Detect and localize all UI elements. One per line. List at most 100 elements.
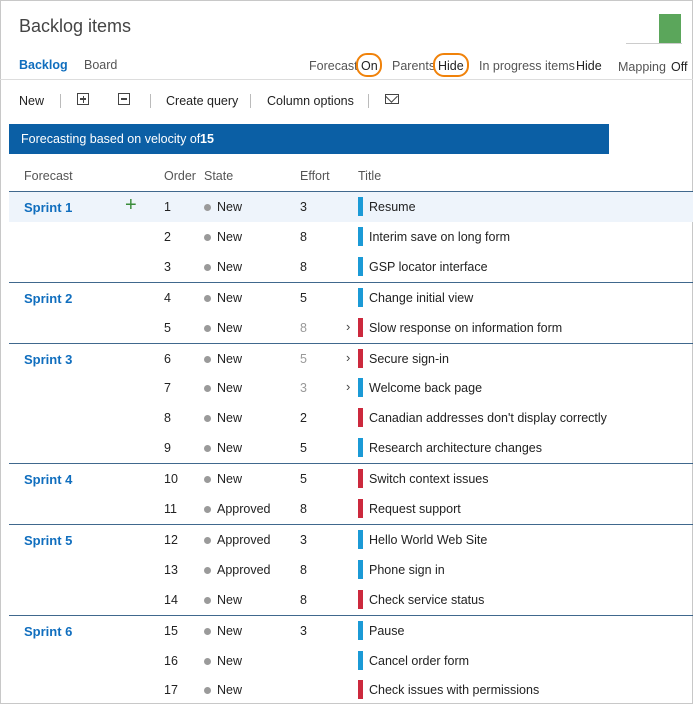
state-cell: New	[217, 290, 243, 305]
state-dot-icon	[204, 536, 211, 544]
state-cell: Approved	[217, 502, 271, 516]
sprint-link[interactable]: Sprint 3	[24, 352, 72, 367]
backlog-row[interactable]: 14 New 8 Check service status	[9, 585, 693, 615]
backlog-row[interactable]: 13 Approved 8 Phone sign in	[9, 555, 693, 585]
backlog-row[interactable]: 8 New 2 Canadian addresses don't display co…	[9, 403, 693, 433]
effort-cell: 5	[300, 290, 307, 305]
backlog-row[interactable]: 7 New 3 › Welcome back page	[9, 373, 693, 403]
forecast-toggle[interactable]: On	[361, 59, 378, 73]
bug-type-marker	[358, 348, 363, 368]
state-dot-icon	[204, 294, 211, 302]
order-cell: 10	[164, 472, 178, 487]
backlog-row[interactable]: 9 New 5 Research architecture changes	[9, 433, 693, 463]
backlog-row[interactable]: Sprint 6 15 New 3 Pause	[9, 616, 693, 646]
effort-cell: 8	[300, 259, 307, 274]
bug-type-marker	[358, 680, 363, 700]
order-cell: 9	[164, 441, 171, 456]
banner-text: Forecasting based on velocity of	[21, 132, 201, 146]
title-link[interactable]: GSP locator interface	[369, 260, 488, 274]
chip-divider	[626, 43, 682, 44]
order-cell: 5	[164, 320, 171, 335]
story-type-marker	[358, 197, 363, 216]
title-link[interactable]: Check service status	[369, 593, 484, 607]
title-link[interactable]: Check issues with permissions	[369, 683, 539, 697]
story-type-marker	[358, 256, 363, 276]
in-progress-label: In progress items	[479, 59, 575, 73]
title-link[interactable]: Slow response on information form	[369, 321, 562, 335]
backlog-row[interactable]: 3 New 8 GSP locator interface	[9, 252, 693, 282]
backlog-row[interactable]: 2 New 8 Interim save on long form	[9, 222, 693, 252]
title-link[interactable]: Secure sign-in	[369, 352, 449, 366]
backlog-row[interactable]: Sprint 1 +1 New 3 Resume	[9, 192, 693, 222]
title-link[interactable]: Change initial view	[369, 291, 473, 305]
email-icon[interactable]	[385, 94, 399, 104]
column-header-forecast[interactable]: Forecast	[24, 169, 73, 183]
backlog-row[interactable]: 16 New Cancel order form	[9, 646, 693, 676]
in-progress-toggle[interactable]: Hide	[576, 59, 602, 73]
backlog-row[interactable]: Sprint 2 4 New 5 Change initial view	[9, 283, 693, 313]
state-cell: New	[217, 259, 243, 274]
chevron-right-icon[interactable]: ›	[346, 379, 350, 394]
state-cell: New	[217, 411, 243, 426]
order-cell: 15	[164, 623, 178, 638]
new-button[interactable]: New	[19, 94, 44, 108]
sprint-link[interactable]: Sprint 1	[24, 200, 72, 215]
tab-backlog[interactable]: Backlog	[19, 58, 68, 72]
effort-cell: 3	[300, 532, 307, 547]
column-header-order[interactable]: Order	[164, 169, 196, 183]
backlog-row[interactable]: 11 Approved 8 Request support	[9, 494, 693, 524]
sprint-link[interactable]: Sprint 6	[24, 624, 72, 639]
title-link[interactable]: Cancel order form	[369, 654, 469, 668]
column-header-title[interactable]: Title	[358, 169, 381, 183]
effort-cell: 8	[300, 320, 307, 335]
title-link[interactable]: Research architecture changes	[369, 441, 542, 455]
chevron-right-icon[interactable]: ›	[346, 350, 350, 365]
bug-type-marker	[358, 469, 363, 489]
backlog-row[interactable]: Sprint 5 12 Approved 3 Hello World Web Site	[9, 525, 693, 555]
state-dot-icon	[204, 596, 211, 604]
order-cell: 14	[164, 592, 178, 607]
effort-cell: 8	[300, 229, 307, 244]
column-header-effort[interactable]: Effort	[300, 169, 330, 183]
mapping-label: Mapping	[618, 60, 666, 74]
title-link[interactable]: Pause	[369, 624, 404, 638]
backlog-row[interactable]: Sprint 4 10 New 5 Switch context issues	[9, 464, 693, 494]
collapse-all-icon[interactable]	[118, 93, 130, 105]
state-dot-icon	[204, 506, 211, 513]
title-link[interactable]: Welcome back page	[369, 381, 482, 395]
mapping-toggle[interactable]: Off	[671, 60, 687, 74]
backlog-row[interactable]: 5 New 8 › Slow response on information form	[9, 313, 693, 343]
sprint-link[interactable]: Sprint 4	[24, 472, 72, 487]
title-link[interactable]: Hello World Web Site	[369, 533, 487, 547]
column-header-state[interactable]: State	[204, 169, 233, 183]
story-type-marker	[358, 378, 363, 398]
sprint-link[interactable]: Sprint 5	[24, 533, 72, 548]
title-link[interactable]: Canadian addresses don't display correct…	[369, 411, 607, 425]
state-dot-icon	[204, 627, 211, 635]
create-query-button[interactable]: Create query	[166, 94, 238, 108]
sprint-link[interactable]: Sprint 2	[24, 291, 72, 306]
title-link[interactable]: Resume	[369, 200, 416, 214]
column-options-button[interactable]: Column options	[267, 94, 354, 108]
chevron-right-icon[interactable]: ›	[346, 319, 350, 334]
tab-board[interactable]: Board	[84, 58, 117, 72]
order-cell: 16	[164, 653, 178, 668]
state-dot-icon	[204, 445, 211, 453]
state-dot-icon	[204, 385, 211, 393]
bug-type-marker	[358, 317, 363, 337]
add-item-icon[interactable]: +	[125, 194, 137, 217]
toolbar-separator	[250, 94, 251, 108]
state-cell: New	[217, 320, 243, 335]
title-link[interactable]: Phone sign in	[369, 563, 445, 577]
bug-type-marker	[358, 499, 363, 518]
expand-all-icon[interactable]	[77, 93, 89, 105]
effort-cell: 8	[300, 502, 307, 516]
title-link[interactable]: Request support	[369, 502, 461, 516]
backlog-row[interactable]: Sprint 3 6 New 5 › Secure sign-in	[9, 344, 693, 374]
title-link[interactable]: Interim save on long form	[369, 230, 510, 244]
backlog-row[interactable]: 17 New Check issues with permissions	[9, 675, 693, 704]
title-link[interactable]: Switch context issues	[369, 472, 489, 486]
state-dot-icon	[204, 324, 211, 332]
parents-toggle[interactable]: Hide	[438, 59, 464, 73]
capacity-chip	[659, 14, 681, 44]
